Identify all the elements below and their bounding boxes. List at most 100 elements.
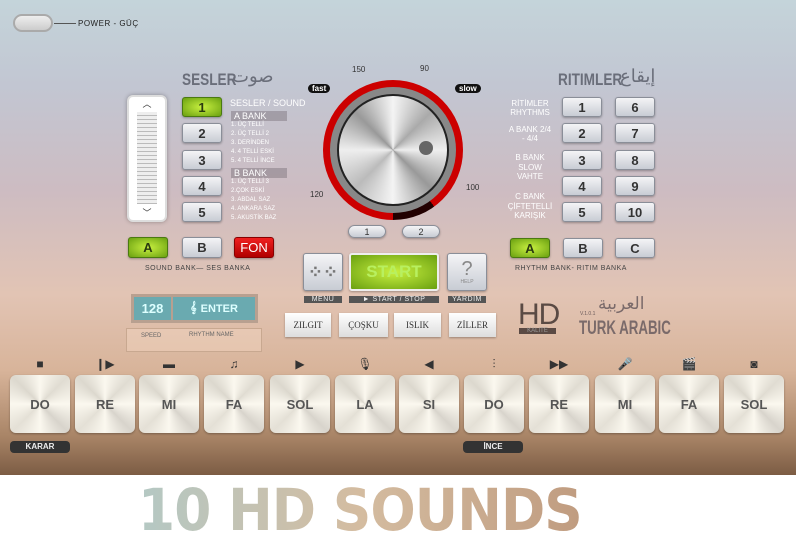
note-key[interactable]: MI bbox=[595, 375, 655, 433]
rhythm-button-10[interactable]: 10 bbox=[615, 202, 655, 222]
note-key[interactable]: DO bbox=[464, 375, 524, 433]
effect-zilgit-button[interactable]: ZILGIT bbox=[285, 313, 331, 337]
sound-button-2[interactable]: 2 bbox=[182, 123, 222, 143]
enter-button[interactable]: 𝄞 ENTER bbox=[173, 297, 255, 320]
menu-button[interactable]: ⁘⁘ bbox=[303, 253, 343, 291]
dial-button-2[interactable]: 2 bbox=[402, 225, 440, 238]
rhythm-button-8[interactable]: 8 bbox=[615, 150, 655, 170]
tick-90: 90 bbox=[420, 64, 429, 73]
chevron-down-icon[interactable]: ﹀ bbox=[129, 206, 165, 219]
radio-icon: ▬ bbox=[163, 357, 175, 371]
rhythm-bank-c-button[interactable]: C bbox=[615, 238, 655, 258]
rhythm-bank-a-label: A BANK 2/4 - 4/4 bbox=[508, 125, 552, 143]
dial-button-1[interactable]: 1 bbox=[348, 225, 386, 238]
sound-item[interactable]: 4. 4 TELLİ ESKİ bbox=[231, 148, 287, 157]
rhythm-bank-b-button[interactable]: B bbox=[563, 238, 603, 258]
start-button[interactable]: START bbox=[349, 253, 439, 291]
fast-forward-icon: ▶▶ bbox=[549, 357, 569, 371]
speed-value: 128 bbox=[134, 297, 171, 320]
rhythm-button-9[interactable]: 9 bbox=[615, 176, 655, 196]
rhythm-button-6[interactable]: 6 bbox=[615, 97, 655, 117]
rhythm-button-4[interactable]: 4 bbox=[562, 176, 602, 196]
sounds-header: SESLER / SOUND bbox=[230, 98, 306, 108]
fon-button[interactable]: FON bbox=[234, 237, 274, 258]
menu-caption: MENU bbox=[304, 296, 342, 303]
chevron-up-icon[interactable]: ︿ bbox=[129, 97, 165, 110]
hd-logo: HD bbox=[518, 298, 560, 331]
rhythms-title: RITIMLER bbox=[558, 70, 623, 89]
sound-bank-caption: SOUND BANK— SES BANKA bbox=[145, 265, 251, 272]
rhythms-label: RİTİMLER RHYTHMS bbox=[510, 99, 550, 117]
rhythm-bank-a-button[interactable]: A bbox=[510, 238, 550, 258]
handheld-mic-icon: 🎤 bbox=[617, 357, 633, 371]
note-key[interactable]: LA bbox=[335, 375, 395, 433]
display-panel: 128 𝄞 ENTER bbox=[131, 294, 258, 323]
sound-item[interactable]: 4. ANKARA SAZ bbox=[231, 205, 287, 214]
rhythm-button-3[interactable]: 3 bbox=[562, 150, 602, 170]
sound-bank-a-list: A BANK 1. ÜÇ TELLİ 2. ÜÇ TELLİ 2 3. DERİND… bbox=[231, 111, 287, 223]
start-caption: ► START / STOP bbox=[349, 296, 439, 303]
note-key[interactable]: SOL bbox=[724, 375, 784, 433]
rhythm-button-7[interactable]: 7 bbox=[615, 123, 655, 143]
help-caption: YARDIM bbox=[448, 296, 486, 303]
sound-button-5[interactable]: 5 bbox=[182, 202, 222, 222]
effect-cosku-button[interactable]: ÇOŞKU bbox=[339, 313, 388, 337]
clapperboard-icon: 🎬 bbox=[681, 357, 697, 371]
sound-item[interactable]: 5. 4 TELLİ İNCE bbox=[231, 157, 287, 166]
quality-label: KALITE bbox=[519, 328, 556, 334]
tempo-dial[interactable] bbox=[323, 80, 463, 220]
sound-item[interactable]: 1. ÜÇ TELLİ 3 bbox=[231, 178, 287, 187]
volume-slider[interactable]: ︿ ﹀ bbox=[127, 95, 167, 222]
play-step-icon: ❙▶ bbox=[95, 357, 115, 371]
rhythm-button-5[interactable]: 5 bbox=[562, 202, 602, 222]
tick-120: 120 bbox=[310, 190, 324, 199]
sound-button-4[interactable]: 4 bbox=[182, 176, 222, 196]
note-key[interactable]: SOL bbox=[270, 375, 330, 433]
sounds-title-arabic: صوت bbox=[232, 66, 274, 86]
sound-item[interactable]: 5. AKUSTİK BAZ bbox=[231, 214, 287, 223]
tick-100: 100 bbox=[466, 183, 480, 192]
rhythm-bank-b-desc: SLOW VAHTE bbox=[516, 163, 544, 181]
microphone-icon: 🎙 bbox=[357, 357, 373, 371]
rhythm-bank-c-label: C BANK bbox=[515, 192, 545, 201]
note-key[interactable]: RE bbox=[529, 375, 589, 433]
rhythms-title-arabic: إيقاع bbox=[620, 66, 656, 86]
note-key[interactable]: RE bbox=[75, 375, 135, 433]
slow-label: slow bbox=[455, 84, 481, 93]
rhythm-button-2[interactable]: 2 bbox=[562, 123, 602, 143]
rhythm-button-1[interactable]: 1 bbox=[562, 97, 602, 117]
arabic-logo: العربية bbox=[598, 294, 645, 313]
bank-b-header: B BANK bbox=[231, 168, 287, 178]
effect-ziller-button[interactable]: ZİLLER bbox=[449, 313, 496, 337]
play-icon: ▶ bbox=[295, 357, 305, 371]
note-key[interactable]: DO bbox=[10, 375, 70, 433]
note-key[interactable]: FA bbox=[204, 375, 264, 433]
stop-icon: ■ bbox=[36, 357, 44, 371]
music-note-icon: ♫ bbox=[229, 357, 239, 371]
ince-label: İNCE bbox=[463, 441, 523, 453]
power-label: POWER - GÜÇ bbox=[78, 19, 139, 28]
sound-bank-a-button[interactable]: A bbox=[128, 237, 168, 258]
rhythm-bank-caption: RHYTHM BANK- RITIM BANKA bbox=[515, 265, 627, 272]
slider-track[interactable] bbox=[137, 112, 157, 204]
sound-item[interactable]: 2.ÇOK ESKİ bbox=[231, 187, 287, 196]
power-toggle[interactable] bbox=[13, 14, 53, 32]
sound-item[interactable]: 3. ABDAL SAZ bbox=[231, 196, 287, 205]
keyboard-app: POWER - GÜÇ SESLER صوت ︿ ﹀ 1 2 3 4 5 SESLER … bbox=[0, 0, 796, 475]
sound-item[interactable]: 3. DERİNDEN bbox=[231, 139, 287, 148]
note-key[interactable]: SI bbox=[399, 375, 459, 433]
help-button[interactable]: ? HELP bbox=[447, 253, 487, 291]
sound-button-1[interactable]: 1 bbox=[182, 97, 222, 117]
sound-item[interactable]: 1. ÜÇ TELLİ bbox=[231, 121, 287, 130]
loudspeaker-icon: ◙ bbox=[750, 357, 758, 371]
rhythm-bank-b-label: B BANK bbox=[515, 153, 545, 162]
tick-150: 150 bbox=[352, 65, 366, 74]
speaker-icon: ◀ bbox=[424, 357, 434, 371]
sound-item[interactable]: 2. ÜÇ TELLİ 2 bbox=[231, 130, 287, 139]
sound-button-3[interactable]: 3 bbox=[182, 150, 222, 170]
note-key[interactable]: MI bbox=[139, 375, 199, 433]
version-label: V.1.0.1 bbox=[580, 311, 596, 317]
sound-bank-b-button[interactable]: B bbox=[182, 237, 222, 258]
note-key[interactable]: FA bbox=[659, 375, 719, 433]
effect-islik-button[interactable]: ISLIK bbox=[394, 313, 441, 337]
